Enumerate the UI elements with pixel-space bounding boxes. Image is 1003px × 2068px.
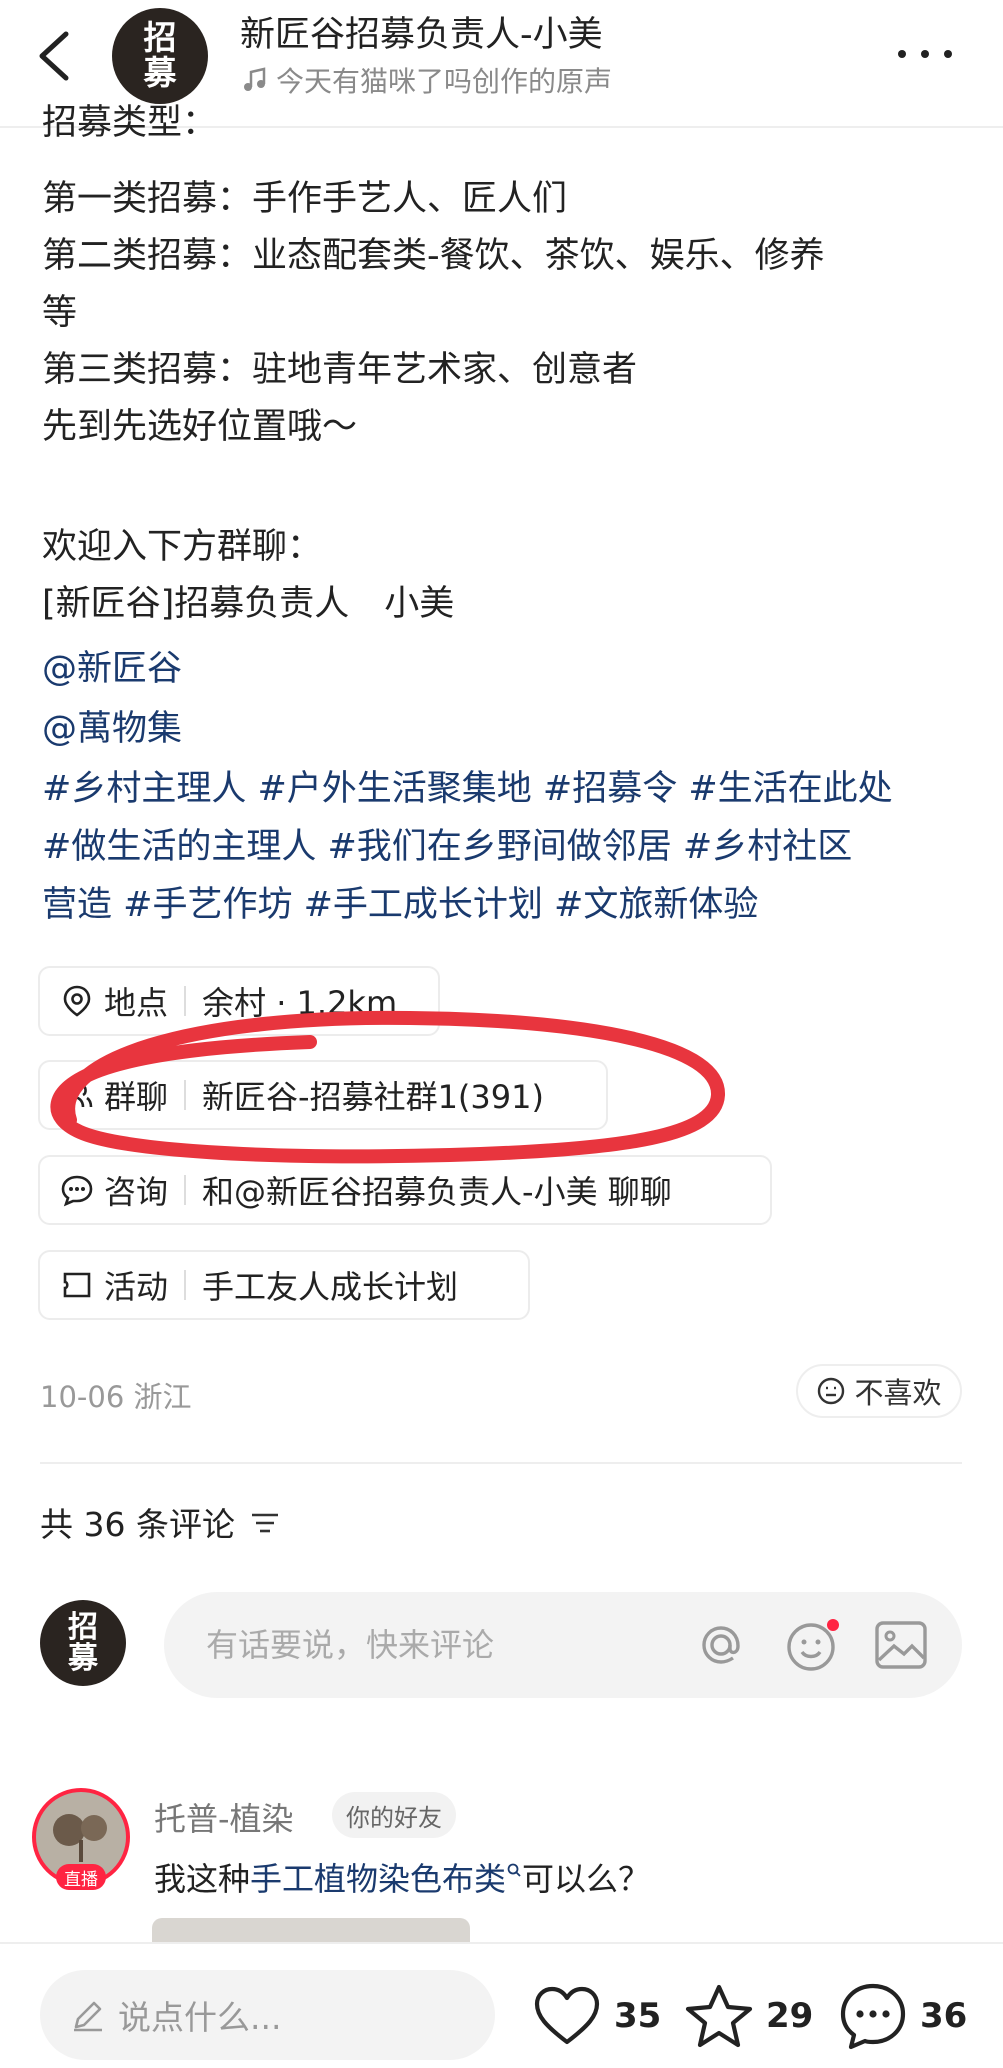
hashtag-line[interactable]: #做生活的主理人 #我们在乡野间做邻居 #乡村社区 [42, 818, 852, 876]
music-label: 今天有猫咪了吗创作的原声 [276, 65, 613, 98]
neutral-face-icon [818, 1377, 845, 1405]
commenter-name[interactable]: 托普-植染 [154, 1794, 294, 1840]
back-icon[interactable] [32, 28, 78, 84]
dislike-button[interactable]: 不喜欢 [796, 1364, 962, 1418]
image-upload-icon[interactable] [874, 1620, 928, 1670]
chip-value: 和@新匠谷招募负责人-小美 聊聊 [202, 1173, 672, 1211]
mention-link[interactable]: @萬物集 [42, 700, 182, 758]
collect-button[interactable]: 29 [684, 1980, 813, 2052]
more-options-icon[interactable] [890, 36, 960, 72]
like-count: 35 [614, 1996, 662, 2036]
pencil-icon [74, 2001, 102, 2032]
my-avatar[interactable]: 招 募 [40, 1600, 126, 1686]
chat-bubble-icon [61, 1175, 93, 1207]
divider [184, 1175, 187, 1205]
notification-dot [827, 1619, 839, 1631]
music-note-icon [244, 67, 266, 91]
say-something-input[interactable]: 说点什么... [40, 1970, 495, 2060]
post-line: 欢迎入下方群聊： [42, 527, 323, 567]
friend-badge: 你的好友 [332, 1792, 456, 1838]
post-line: 第二类招募：业态配套类-餐饮、茶饮、娱乐、修养 [42, 236, 825, 276]
like-button[interactable]: 35 [532, 1980, 661, 2052]
say-placeholder: 说点什么... [118, 1998, 282, 2037]
search-icon[interactable] [506, 1862, 522, 1878]
comment-suffix: 可以么？ [522, 1860, 651, 1898]
at-mention-icon[interactable] [694, 1618, 748, 1672]
activity-chip[interactable]: 活动 手工友人成长计划 [38, 1250, 530, 1320]
comment-count: 共 36 条评论 [40, 1505, 235, 1544]
live-badge: 直播 [56, 1864, 106, 1890]
music-row[interactable]: 今天有猫咪了吗创作的原声 [242, 60, 612, 100]
post-line: 第三类招募：驻地青年艺术家、创意者 [42, 350, 638, 390]
post-line: 招募类型： [42, 103, 218, 143]
divider [184, 1270, 187, 1300]
date-location: 10-06 浙江 [40, 1380, 192, 1414]
activity-ticket-icon [63, 1272, 91, 1298]
emoji-icon[interactable] [784, 1616, 842, 1674]
heart-icon [534, 1986, 600, 2045]
post-line: 先到先选好位置哦～ [42, 407, 358, 447]
hashtag-line[interactable]: #乡村主理人 #户外生活聚集地 #招募令 #生活在此处 [42, 760, 893, 818]
comment-input[interactable]: 有话要说，快来评论 [164, 1592, 962, 1698]
chip-label: 咨询 [104, 1173, 169, 1211]
chip-value: 手工友人成长计划 [202, 1268, 459, 1306]
hashtag-line[interactable]: 营造 #手艺作坊 #手工成长计划 #文旅新体验 [42, 876, 758, 934]
star-icon [685, 1984, 753, 2048]
post-line: 等 [42, 293, 78, 333]
comment-count-bottom: 36 [920, 1996, 968, 2036]
divider [40, 1462, 962, 1464]
chip-label: 活动 [104, 1268, 169, 1306]
comment-button[interactable]: 36 [838, 1980, 967, 2052]
comment-text: 我这种 手工植物染色布类 可以么？ [154, 1854, 650, 1900]
author-name[interactable]: 新匠谷招募负责人-小美 [240, 6, 603, 57]
post-line: 第一类招募：手作手艺人、匠人们 [42, 179, 568, 219]
author-avatar[interactable]: 招 募 [112, 8, 208, 104]
comment-bubble-icon [840, 1983, 906, 2050]
mention-link[interactable]: @新匠谷 [42, 640, 182, 698]
comment-product-link[interactable]: 手工植物染色布类 [250, 1854, 506, 1900]
dislike-label: 不喜欢 [854, 1376, 942, 1410]
post-line: [新匠谷]招募负责人 小美 [42, 584, 455, 624]
comment-placeholder: 有话要说，快来评论 [206, 1626, 495, 1664]
star-count: 29 [766, 1996, 814, 2036]
red-circle-annotation [50, 1010, 726, 1164]
comments-header: 共 36 条评论 [40, 1498, 281, 1546]
comment-prefix: 我这种 [154, 1860, 251, 1898]
sort-filter-icon[interactable] [249, 1506, 281, 1538]
